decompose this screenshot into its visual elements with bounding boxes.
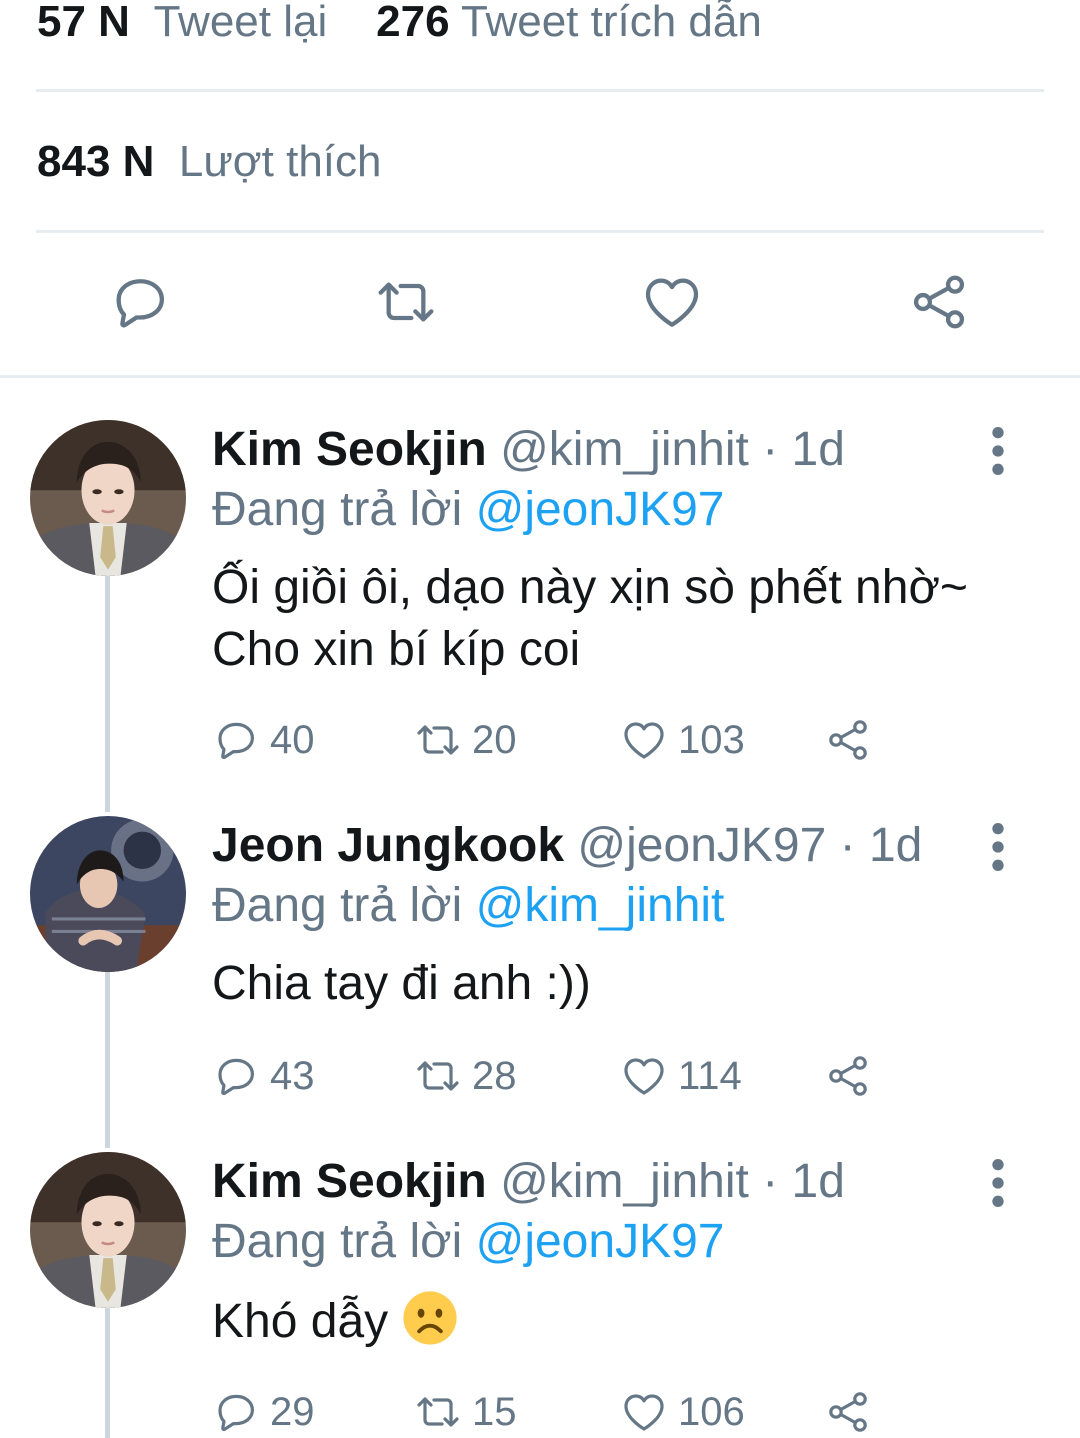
retweets-label[interactable]: Tweet lại bbox=[154, 0, 328, 46]
avatar[interactable] bbox=[30, 1152, 186, 1308]
author-handle-time[interactable]: @kim_jinhit · 1d bbox=[500, 1155, 845, 1208]
tweet-text: Chia tay đi anh :)) bbox=[212, 957, 591, 1010]
like-icon bbox=[620, 1052, 668, 1100]
replying-to: Đang trả lời @jeonJK97 bbox=[212, 482, 724, 538]
retweet-count: 20 bbox=[472, 717, 517, 762]
like-button[interactable]: 114 bbox=[620, 1051, 742, 1101]
divider bbox=[36, 89, 1044, 92]
author-handle-time[interactable]: @jeonJK97 · 1d bbox=[577, 819, 922, 872]
reply-icon bbox=[212, 716, 260, 764]
thread-line bbox=[105, 972, 110, 1148]
retweet-button[interactable]: 20 bbox=[414, 715, 517, 765]
tweet-text: Ối giồi ôi, dạo này xịn sò phết nhờ~ Cho… bbox=[212, 561, 968, 676]
likes-stats: 843 N Lượt thích bbox=[37, 136, 382, 188]
retweet-count: 15 bbox=[472, 1389, 517, 1434]
like-button[interactable] bbox=[640, 270, 704, 334]
retweet-button[interactable] bbox=[374, 270, 438, 334]
tweet-text: Khó dẫy bbox=[212, 1289, 1032, 1353]
author-handle-time[interactable]: @kim_jinhit · 1d bbox=[500, 423, 845, 476]
tweet-header: Kim Seokjin @kim_jinhit · 1d bbox=[212, 422, 845, 478]
more-options-button[interactable] bbox=[980, 822, 1016, 872]
tweet-text-content: Khó dẫy bbox=[212, 1295, 389, 1348]
retweet-button[interactable]: 15 bbox=[414, 1387, 517, 1437]
replying-to-label: Đang trả lời bbox=[212, 483, 463, 536]
share-icon bbox=[824, 1052, 872, 1100]
thread-line bbox=[105, 576, 110, 812]
share-icon bbox=[907, 270, 971, 334]
like-count: 114 bbox=[678, 1053, 742, 1098]
mention-link[interactable]: @jeonJK97 bbox=[476, 483, 725, 536]
replying-to-label: Đang trả lời bbox=[212, 1215, 463, 1268]
tweet-header: Kim Seokjin @kim_jinhit · 1d bbox=[212, 1154, 845, 1210]
like-icon bbox=[640, 270, 704, 334]
reply-button[interactable] bbox=[108, 270, 172, 334]
retweet-count: 28 bbox=[472, 1053, 517, 1098]
retweet-icon bbox=[414, 716, 462, 764]
thread-line bbox=[105, 1308, 110, 1438]
author-name[interactable]: Jeon Jungkook bbox=[212, 819, 564, 872]
avatar-image bbox=[30, 816, 186, 972]
likes-count[interactable]: 843 N bbox=[37, 137, 154, 186]
reply-icon bbox=[108, 270, 172, 334]
like-button[interactable]: 106 bbox=[620, 1387, 745, 1437]
like-button[interactable]: 103 bbox=[620, 715, 745, 765]
quotes-count[interactable]: 276 bbox=[376, 0, 449, 46]
avatar-image bbox=[30, 420, 186, 576]
like-count: 106 bbox=[678, 1389, 745, 1434]
retweet-icon bbox=[414, 1052, 462, 1100]
reply-button[interactable]: 29 bbox=[212, 1387, 315, 1437]
avatar[interactable] bbox=[30, 420, 186, 576]
mention-link[interactable]: @kim_jinhit bbox=[476, 879, 725, 932]
share-button[interactable] bbox=[824, 1387, 872, 1437]
share-button[interactable] bbox=[824, 715, 872, 765]
retweet-icon bbox=[374, 270, 438, 334]
reply-button[interactable]: 43 bbox=[212, 1051, 315, 1101]
replying-to: Đang trả lời @jeonJK97 bbox=[212, 1214, 724, 1270]
like-count: 103 bbox=[678, 717, 745, 762]
reply-count: 29 bbox=[270, 1389, 315, 1434]
avatar-image bbox=[30, 1152, 186, 1308]
likes-label[interactable]: Lượt thích bbox=[179, 137, 382, 186]
frowning-face-icon bbox=[403, 1291, 458, 1345]
author-name[interactable]: Kim Seokjin bbox=[212, 423, 487, 476]
share-button[interactable] bbox=[824, 1051, 872, 1101]
avatar[interactable] bbox=[30, 816, 186, 972]
share-button[interactable] bbox=[907, 270, 971, 334]
like-icon bbox=[620, 716, 668, 764]
retweets-count[interactable]: 57 N bbox=[37, 0, 130, 46]
replying-to: Đang trả lời @kim_jinhit bbox=[212, 878, 724, 934]
reply-count: 43 bbox=[270, 1053, 315, 1098]
replying-to-label: Đang trả lời bbox=[212, 879, 463, 932]
like-icon bbox=[620, 1388, 668, 1436]
author-name[interactable]: Kim Seokjin bbox=[212, 1155, 487, 1208]
retweet-quote-stats: 57 N Tweet lại 276 Tweet trích dẫn bbox=[37, 0, 762, 48]
more-options-button[interactable] bbox=[980, 1158, 1016, 1208]
mention-link[interactable]: @jeonJK97 bbox=[476, 1215, 725, 1268]
more-vertical-icon bbox=[980, 426, 1016, 476]
retweet-icon bbox=[414, 1388, 462, 1436]
share-icon bbox=[824, 716, 872, 764]
more-options-button[interactable] bbox=[980, 426, 1016, 476]
quotes-label[interactable]: Tweet trích dẫn bbox=[461, 0, 762, 46]
reply-icon bbox=[212, 1052, 260, 1100]
reply-count: 40 bbox=[270, 717, 315, 762]
more-vertical-icon bbox=[980, 822, 1016, 872]
tweet-header: Jeon Jungkook @jeonJK97 · 1d bbox=[212, 818, 922, 874]
reply-icon bbox=[212, 1388, 260, 1436]
share-icon bbox=[824, 1388, 872, 1436]
retweet-button[interactable]: 28 bbox=[414, 1051, 517, 1101]
more-vertical-icon bbox=[980, 1158, 1016, 1208]
section-divider bbox=[0, 375, 1080, 378]
reply-button[interactable]: 40 bbox=[212, 715, 315, 765]
divider bbox=[36, 230, 1044, 233]
